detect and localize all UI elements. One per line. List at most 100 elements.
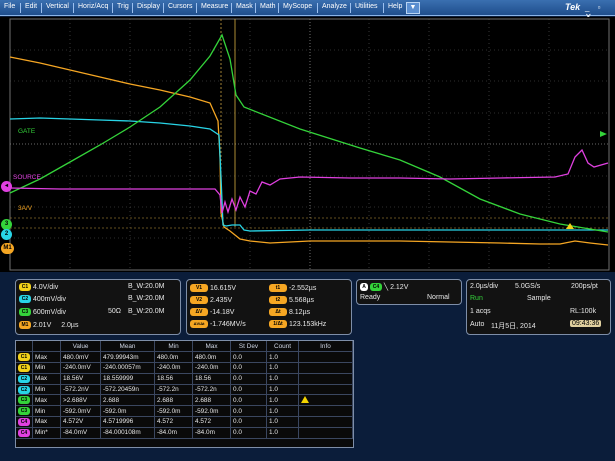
measurement-mean: -240.00057m [100, 362, 155, 374]
channel-tag: C4 [18, 417, 30, 426]
measurement-header-row: Value Mean Min Max St Dev Count Info [16, 341, 353, 353]
trigger-channel-tag: C4 [369, 283, 382, 292]
waveform-magenta [9, 148, 609, 215]
menu-horiz-acq[interactable]: Horiz/Acq [78, 3, 108, 10]
measurement-max: -592.0m [192, 405, 231, 418]
ch3-bandwidth: B_W:20.0M [128, 308, 165, 315]
acquisition-panel[interactable]: 2.0µs/div 5.0GS/s 200ps/pt Run Sample 1 … [466, 279, 611, 335]
ch4-marker[interactable]: ◂ [1, 181, 12, 192]
measurement-mean: 479.99943m [100, 351, 155, 364]
menu-trig[interactable]: Trig [117, 3, 129, 10]
freq-tag: 1/Δt [269, 320, 287, 328]
ch1-tag[interactable]: C1 [19, 283, 31, 291]
menu-utilities[interactable]: Utilities [355, 3, 378, 10]
trigger-panel[interactable]: A C4 ╲ 2.12V Ready Normal [356, 279, 462, 305]
measurement-value: -240.0mV [60, 362, 101, 374]
measurement-min: 4.572 [154, 416, 193, 428]
v1-value: 16.615V [209, 284, 237, 292]
channel-tag: C1 [18, 363, 30, 372]
menu-separator [317, 3, 318, 13]
measurement-info [298, 427, 353, 439]
measurement-type: Min* [32, 427, 61, 439]
menu-separator [20, 3, 21, 13]
measurement-min: 480.0m [154, 351, 193, 364]
menu-dropdown-button[interactable]: ▼ [406, 2, 420, 14]
menu-vertical[interactable]: Vertical [46, 3, 69, 10]
timebase: 2.0µs/div [470, 283, 499, 290]
measurement-count: 1.0 [266, 351, 299, 364]
menu-edit[interactable]: Edit [25, 3, 37, 10]
status-panel: C1 4.0V/div B_W:20.0M C2 400mV/div B_W:2… [0, 273, 615, 461]
measurement-stdev: 0.0 [230, 394, 267, 407]
waveform-green [9, 33, 609, 233]
menu-help[interactable]: Help [388, 3, 402, 10]
menu-analyze[interactable]: Analyze [322, 3, 347, 10]
cursor-readout-panel[interactable]: V1 16.615V t1 -2.552µs V2 2.435V t2 5.56… [186, 279, 352, 335]
col-max: Max [192, 341, 231, 353]
math-tag[interactable]: M1 [19, 321, 31, 329]
measurement-stdev: 0.0 [230, 416, 267, 428]
measurement-row[interactable]: C2 Min -572.2nV -572.20459n -572.2n -572.2n 0.… [16, 384, 353, 396]
math-timebase: 2.0µs [61, 321, 79, 329]
ch3-scale: 600mV/div [32, 308, 67, 316]
measurement-row[interactable]: C3 Max >2.688V 2.688 2.688 2.688 0.0 1.0 [16, 394, 353, 407]
channel-settings-panel[interactable]: C1 4.0V/div B_W:20.0M C2 400mV/div B_W:2… [15, 279, 181, 335]
measurement-info [298, 351, 353, 364]
menu-measure[interactable]: Measure [201, 3, 228, 10]
col-min: Min [154, 341, 193, 353]
measurement-type: Max [32, 416, 61, 428]
measurement-min: 18.56 [154, 373, 193, 385]
ch3-tag[interactable]: C3 [19, 308, 31, 316]
measurement-row[interactable]: C1 Max 480.0mV 479.99943m 480.0m 480.0m 0.0 1.0 [16, 351, 353, 364]
delta-v-tag: ΔV [190, 308, 208, 316]
measurement-row[interactable]: C4 Min* -84.0mV -84.000108m -84.0m -84.0m 0.0 1… [16, 427, 353, 439]
ch2-tag[interactable]: C2 [19, 295, 31, 303]
menu-separator [73, 3, 74, 13]
measurement-row[interactable]: C4 Max 4.572V 4.5719996 4.572 4.572 0.0 1.0 [16, 416, 353, 428]
menu-file[interactable]: File [4, 3, 15, 10]
measurement-type: Max [32, 373, 61, 385]
col-info: Info [298, 341, 353, 353]
menu-math[interactable]: Math [260, 3, 276, 10]
measurement-value: -84.0mV [60, 427, 101, 439]
measurement-max: -240.0m [192, 362, 231, 374]
v2-value: 2.435V [209, 296, 233, 304]
math-marker[interactable]: M1 [1, 243, 14, 254]
measurement-mean: 4.5719996 [100, 416, 155, 428]
t1-value: -2.552µs [288, 284, 317, 292]
measurement-mean: -592.0m [100, 405, 155, 418]
dvdt-tag: ΔV/Δt [190, 320, 208, 328]
measurement-stdev: 0.0 [230, 405, 267, 418]
measurement-row[interactable]: C1 Min -240.0mV -240.00057m -240.0m -240.0m 0.… [16, 362, 353, 374]
measurement-table[interactable]: Value Mean Min Max St Dev Count Info C1 M… [15, 340, 354, 448]
measurement-type: Max [32, 351, 61, 364]
measurement-value: 480.0mV [60, 351, 101, 364]
measurement-row[interactable]: C2 Max 18.56V 18.559999 18.56 18.56 0.0 1.0 [16, 373, 353, 385]
menu-separator [231, 3, 232, 13]
channel-tag: C1 [18, 353, 30, 362]
menu-mask[interactable]: Mask [236, 3, 253, 10]
waveform-display[interactable]: GATE SOURCE 3A/V ◂ 3 2 M1 [0, 17, 615, 272]
source-label: SOURCE [13, 174, 41, 181]
measurement-max: 2.688 [192, 394, 231, 407]
measurement-value: -572.2nV [60, 384, 101, 396]
ch2-bandwidth: B_W:20.0M [128, 295, 165, 302]
channel-tag: C4 [18, 428, 30, 437]
channel-tag: C3 [18, 407, 30, 416]
sample-rate: 5.0GS/s [515, 283, 541, 290]
delta-t-tag: Δt [269, 308, 287, 316]
measurement-type: Min [32, 384, 61, 396]
record-length: RL:100k [570, 308, 597, 315]
measurement-row[interactable]: C3 Min -592.0mV -592.0m -592.0m -592.0m 0.0 1.0 [16, 405, 353, 418]
channel-tag: C2 [18, 374, 30, 383]
menu-display[interactable]: Display [137, 3, 160, 10]
v1-tag: V1 [190, 284, 208, 292]
ch1-scale: 4.0V/div [32, 283, 59, 291]
channel-tag: C2 [18, 385, 30, 394]
tek-logo: Tek [565, 2, 581, 12]
measurement-min: -592.0m [154, 405, 193, 418]
menu-cursors[interactable]: Cursors [168, 3, 193, 10]
menu-myscope[interactable]: MyScope [283, 3, 312, 10]
run-state[interactable]: Run [470, 295, 483, 302]
ch2-marker[interactable]: 2 [1, 229, 12, 240]
